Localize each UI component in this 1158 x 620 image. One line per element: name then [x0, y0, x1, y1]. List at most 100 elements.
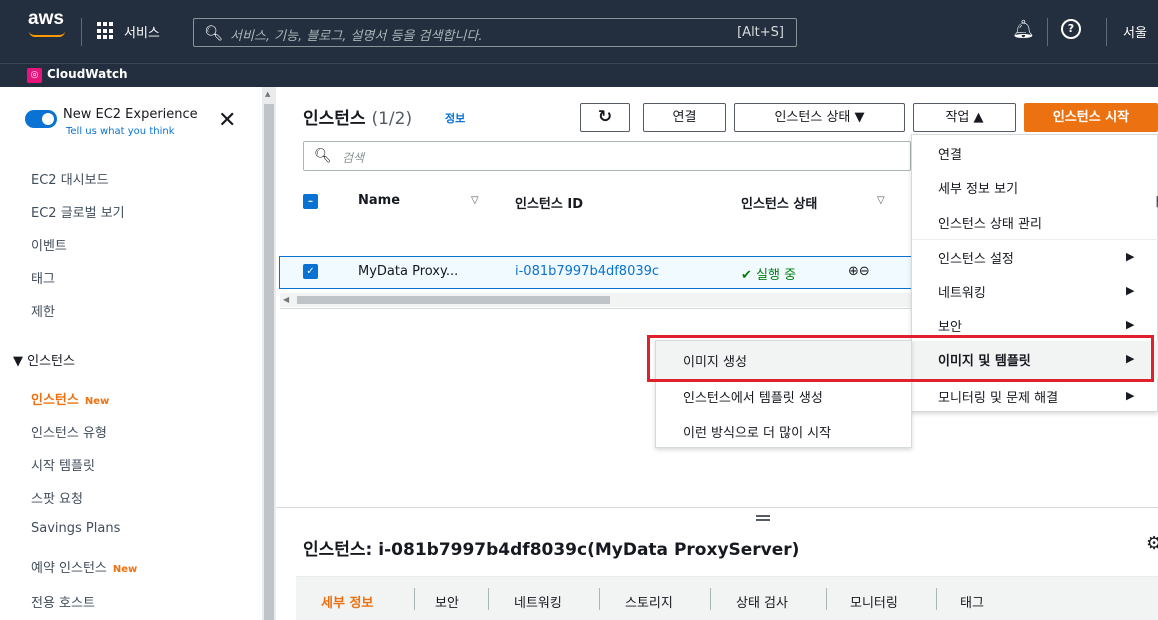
tab-security[interactable]: 보안 [435, 592, 459, 611]
divider [276, 507, 1158, 508]
divider [912, 239, 1158, 240]
search-shortcut-hint: [Alt+S] [737, 25, 784, 40]
divider [936, 588, 937, 610]
services-grid-icon[interactable] [97, 22, 115, 40]
submenu-arrow-icon: ▶ [1126, 250, 1135, 263]
divider [488, 588, 489, 610]
divider [1106, 18, 1107, 46]
launch-instance-button[interactable]: 인스턴스 시작 [1024, 103, 1158, 132]
actions-button[interactable]: 작업 ▲ [913, 103, 1016, 132]
sidebar-item-tags[interactable]: 태그 [31, 268, 55, 287]
submenu-item-launch-more-like-this[interactable]: 이런 방식으로 더 많이 시작 [683, 422, 831, 441]
connect-button[interactable]: 연결 [643, 103, 726, 132]
divider [81, 18, 82, 46]
services-menu-button[interactable]: 서비스 [124, 22, 160, 41]
menu-item-networking[interactable]: 네트워킹 [938, 282, 986, 301]
cell-status: ✔︎ 실행 중 [741, 264, 796, 283]
divider [826, 588, 827, 610]
sidebar-item-global-view[interactable]: EC2 글로벌 보기 [31, 202, 125, 221]
filter-placeholder: 검색 [342, 151, 365, 165]
column-header-instance-id[interactable]: 인스턴스 ID [515, 193, 583, 212]
actions-label: 작업 [945, 110, 970, 125]
sidebar-item-launch-templates[interactable]: 시작 템플릿 [31, 455, 95, 474]
instance-filter-input[interactable]: 🔍︎ 검색 [303, 141, 911, 171]
menu-item-instance-settings[interactable]: 인스턴스 설정 [938, 248, 1014, 267]
cloudwatch-shortcut[interactable]: CloudWatch [47, 67, 128, 81]
top-navigation-bar: aws 서비스 🔍︎ 서비스, 기능, 블로그, 설명서 등을 검색합니다. [… [0, 0, 1158, 63]
caret-up-icon: ▲ [973, 110, 984, 125]
sidebar-item-dedicated-hosts[interactable]: 전용 호스트 [31, 592, 95, 611]
new-badge: New [84, 396, 110, 407]
column-header-instance-state[interactable]: 인스턴스 상태 [741, 193, 817, 212]
aws-logo[interactable]: aws [28, 8, 64, 30]
sort-icon[interactable]: ▽ [471, 195, 479, 206]
menu-item-monitor-troubleshoot[interactable]: 모니터링 및 문제 해결 [938, 387, 1058, 406]
sidebar-section-instances[interactable]: ▼ 인스턴스 [13, 350, 75, 369]
feedback-link[interactable]: Tell us what you think [66, 126, 175, 137]
submenu-arrow-icon: ▶ [1126, 284, 1135, 297]
drag-handle-icon[interactable] [756, 515, 770, 521]
info-link[interactable]: 정보 [445, 110, 465, 126]
scroll-up-arrow-icon[interactable]: ▲ [265, 90, 270, 98]
tab-status-checks[interactable]: 상태 검사 [736, 592, 788, 611]
new-experience-toggle[interactable] [25, 110, 57, 128]
tab-monitoring[interactable]: 모니터링 [850, 592, 898, 611]
gear-icon[interactable]: ⚙ [1146, 533, 1158, 554]
sidebar-item-label: 예약 인스턴스 [31, 561, 107, 576]
table-horizontal-scrollbar-thumb[interactable] [297, 296, 610, 304]
scroll-left-arrow-icon[interactable]: ◀ [283, 295, 289, 304]
divider [599, 588, 600, 610]
aws-smile-icon [29, 31, 65, 37]
sidebar-item-reserved-instances[interactable]: 예약 인스턴스 New [31, 557, 137, 576]
sidebar-scrollbar-thumb[interactable] [264, 104, 274, 620]
cell-name: MyData Proxy... [358, 264, 459, 279]
sidebar-item-label: 인스턴스 [31, 393, 79, 408]
notifications-bell-icon[interactable]: 🔔︎ [1012, 19, 1035, 40]
tab-networking[interactable]: 네트워킹 [514, 592, 562, 611]
caret-down-icon: ▼ [854, 110, 865, 125]
menu-item-view-details[interactable]: 세부 정보 보기 [938, 178, 1018, 197]
tab-storage[interactable]: 스토리지 [625, 592, 673, 611]
divider [280, 308, 920, 309]
search-placeholder: 서비스, 기능, 블로그, 설명서 등을 검색합니다. [230, 29, 483, 44]
close-icon[interactable]: ✕ [218, 108, 236, 133]
sidebar-item-spot-requests[interactable]: 스팟 요청 [31, 488, 83, 507]
menu-item-security[interactable]: 보안 [938, 316, 962, 335]
cell-instance-id-link[interactable]: i-081b7997b4df8039c [515, 264, 659, 279]
tab-tags[interactable]: 태그 [960, 592, 984, 611]
divider [710, 588, 711, 610]
page-title-text: 인스턴스 [303, 109, 366, 129]
divider [414, 588, 415, 610]
favorites-bar: ◎ CloudWatch [0, 63, 1158, 87]
menu-item-connect[interactable]: 연결 [938, 144, 962, 163]
sidebar-item-instance-types[interactable]: 인스턴스 유형 [31, 422, 107, 441]
zoom-in-out-icon[interactable]: ⊕⊖ [848, 264, 870, 279]
cloudwatch-icon[interactable]: ◎ [27, 68, 42, 83]
sidebar-item-events[interactable]: 이벤트 [31, 235, 67, 254]
menu-item-manage-state[interactable]: 인스턴스 상태 관리 [938, 213, 1042, 232]
instance-state-button[interactable]: 인스턴스 상태 ▼ [734, 103, 905, 132]
new-badge: New [112, 564, 138, 575]
submenu-arrow-icon: ▶ [1126, 389, 1135, 402]
sidebar-item-dashboard[interactable]: EC2 대시보드 [31, 169, 109, 188]
refresh-button[interactable]: ↻ [580, 103, 630, 132]
page-title: 인스턴스 (1/2) [303, 104, 412, 129]
instance-state-label: 인스턴스 상태 [774, 110, 851, 125]
submenu-item-create-template[interactable]: 인스턴스에서 템플릿 생성 [683, 387, 823, 406]
row-checkbox[interactable]: ✓ [303, 264, 318, 279]
help-icon[interactable]: ? [1061, 19, 1081, 39]
search-icon: 🔍︎ [204, 24, 224, 42]
sidebar-item-limits[interactable]: 제한 [31, 301, 55, 320]
search-icon: 🔍︎ [314, 148, 332, 164]
refresh-icon: ↻ [597, 107, 613, 127]
region-selector[interactable]: 서울 [1123, 22, 1147, 41]
tab-details[interactable]: 세부 정보 [321, 592, 373, 611]
sidebar-item-savings-plans[interactable]: Savings Plans [31, 521, 120, 536]
sort-icon[interactable]: ▽ [877, 195, 885, 206]
column-header-name[interactable]: Name [358, 193, 400, 208]
sidebar-item-instances[interactable]: 인스턴스 New [31, 389, 109, 408]
global-search-input[interactable]: 🔍︎ 서비스, 기능, 블로그, 설명서 등을 검색합니다. [Alt+S] [193, 18, 797, 47]
select-all-checkbox[interactable]: – [303, 194, 318, 209]
new-experience-title: New EC2 Experience [63, 107, 198, 122]
column-header-clipped: ㅏ [1152, 195, 1158, 209]
